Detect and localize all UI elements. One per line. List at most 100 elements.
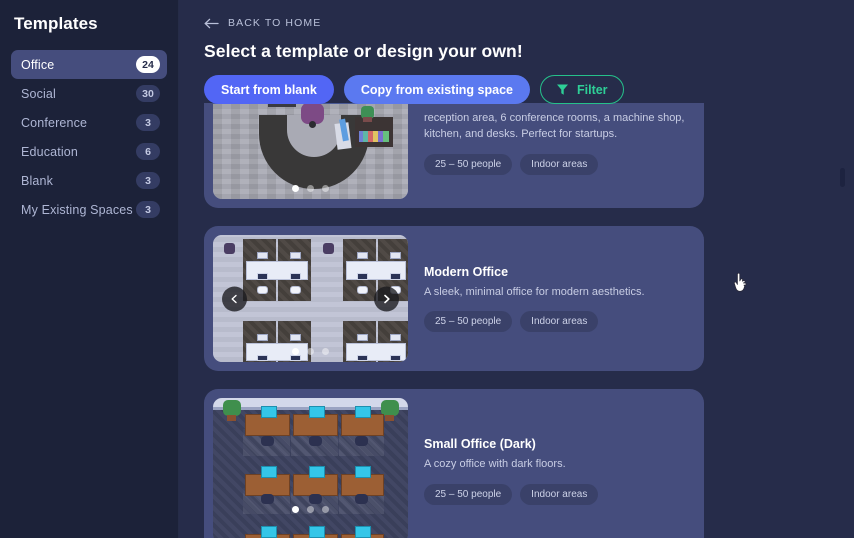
scene-monitor (357, 252, 368, 259)
scene-monitor (290, 334, 301, 341)
carousel-dot[interactable] (292, 348, 299, 355)
copy-from-existing-space-button[interactable]: Copy from existing space (343, 75, 530, 104)
main-content: reception area, 6 conference rooms, a ma… (179, 0, 854, 538)
carousel-dots (213, 506, 408, 513)
sidebar-item-conference[interactable]: Conference 3 (11, 108, 167, 137)
action-buttons: Start from blank Copy from existing spac… (204, 75, 854, 104)
filter-button[interactable]: Filter (539, 75, 624, 104)
template-description: A sleek, minimal office for modern aesth… (424, 285, 645, 298)
sidebar-item-label: Office (21, 57, 55, 72)
scene-chair (261, 436, 274, 446)
scene-chair (355, 494, 368, 504)
template-card-small-office-dark[interactable]: Small Office (Dark) A cozy office with d… (204, 389, 704, 538)
carousel-dot[interactable] (322, 185, 329, 192)
template-title: Modern Office (424, 264, 509, 279)
carousel-prev-button[interactable] (222, 286, 247, 311)
template-card-modern-office[interactable]: Modern Office A sleek, minimal office fo… (204, 226, 704, 371)
scene-monitor (390, 273, 401, 280)
template-card-body: reception area, 6 conference rooms, a ma… (408, 111, 695, 175)
scene-monitor (390, 252, 401, 259)
sidebar-item-label: Blank (21, 173, 54, 188)
scene-chair (357, 286, 368, 294)
carousel-dot[interactable] (307, 185, 314, 192)
template-description: A cozy office with dark floors. (424, 458, 566, 471)
sidebar-item-label: Conference (21, 115, 88, 130)
sidebar-item-badge: 3 (136, 201, 160, 218)
scene-chair (290, 286, 301, 294)
sidebar-item-badge: 3 (136, 114, 160, 131)
scene-plant-pot (227, 415, 236, 421)
sidebar-item-my-existing-spaces[interactable]: My Existing Spaces 3 (11, 195, 167, 224)
sidebar: Templates Office 24 Social 30 Conference… (0, 0, 179, 538)
tag-capacity: 25 – 50 people (424, 153, 513, 175)
scene-chair (257, 286, 268, 294)
template-thumbnail[interactable] (213, 235, 408, 362)
scrollbar-thumb[interactable] (840, 168, 845, 187)
scene-plant (323, 243, 334, 254)
carousel-dot[interactable] (322, 506, 329, 513)
sidebar-item-blank[interactable]: Blank 3 (11, 166, 167, 195)
scene-plant-pot (385, 415, 394, 421)
main-header: BACK TO HOME Select a template or design… (179, 0, 854, 104)
scene-monitor (261, 526, 277, 538)
carousel-dot[interactable] (292, 185, 299, 192)
sidebar-item-education[interactable]: Education 6 (11, 137, 167, 166)
carousel-dots (213, 348, 408, 355)
tag-area: Indoor areas (520, 153, 599, 175)
scene-monitor (261, 406, 277, 418)
scene-monitor (355, 526, 371, 538)
template-tags: 25 – 50 people Indoor areas (424, 311, 685, 333)
carousel-dots (213, 185, 408, 192)
scene-plant-pot (363, 117, 372, 122)
scene-monitor (261, 466, 277, 478)
sidebar-item-label: Social (21, 86, 56, 101)
scene-monitor (309, 466, 325, 478)
scene-monitor (390, 334, 401, 341)
carousel-dot[interactable] (307, 348, 314, 355)
scene-monitor (357, 334, 368, 341)
app-root: Templates Office 24 Social 30 Conference… (0, 0, 854, 538)
sidebar-item-social[interactable]: Social 30 (11, 79, 167, 108)
carousel-dot[interactable] (292, 506, 299, 513)
filter-label: Filter (576, 82, 608, 97)
scene-monitor (290, 355, 301, 361)
sidebar-item-badge: 30 (136, 85, 160, 102)
template-card-body: Modern Office A sleek, minimal office fo… (408, 265, 695, 333)
scene-books (359, 131, 389, 142)
scene-monitor (290, 252, 301, 259)
scene-monitor (257, 273, 268, 280)
scene-monitor (257, 252, 268, 259)
scene-chair (309, 494, 322, 504)
scene-monitor (357, 355, 368, 361)
tag-area: Indoor areas (520, 311, 599, 333)
scene-chair (261, 494, 274, 504)
scene-plant (224, 243, 235, 254)
sidebar-item-label: My Existing Spaces (21, 202, 133, 217)
sidebar-title: Templates (14, 14, 98, 33)
scene-chair (309, 436, 322, 446)
template-card-body: Small Office (Dark) A cozy office with d… (408, 437, 695, 505)
tag-capacity: 25 – 50 people (424, 311, 513, 333)
scrollbar-track[interactable] (840, 95, 845, 495)
carousel-dot[interactable] (322, 348, 329, 355)
sidebar-nav: Office 24 Social 30 Conference 3 Educati… (0, 50, 178, 224)
sidebar-item-label: Education (21, 144, 78, 159)
scene-plant (223, 400, 241, 416)
chevron-left-icon (231, 294, 237, 303)
scene-monitor (357, 273, 368, 280)
scene-chair-base (309, 121, 316, 128)
scene-monitor (390, 355, 401, 361)
scene-monitor (309, 406, 325, 418)
sidebar-item-office[interactable]: Office 24 (11, 50, 167, 79)
tag-area: Indoor areas (520, 483, 599, 505)
scene-monitor (309, 526, 325, 538)
template-thumbnail[interactable] (213, 398, 408, 538)
start-from-blank-button[interactable]: Start from blank (204, 75, 334, 104)
back-to-home-button[interactable]: BACK TO HOME (204, 17, 344, 29)
scene-monitor (355, 406, 371, 418)
sidebar-item-badge: 6 (136, 143, 160, 160)
carousel-next-button[interactable] (374, 286, 399, 311)
back-to-home-label: BACK TO HOME (228, 17, 322, 29)
carousel-dot[interactable] (307, 506, 314, 513)
page-title: Select a template or design your own! (204, 41, 523, 61)
